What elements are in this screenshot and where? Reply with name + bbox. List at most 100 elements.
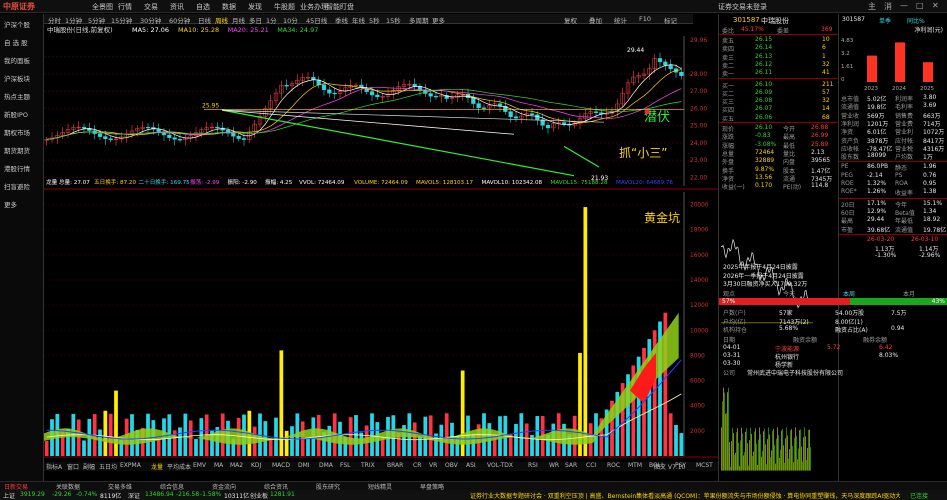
sidebar-item[interactable]: 新股IPO <box>4 109 28 119</box>
rank-header: 日期 融资余额 融券余额 <box>719 335 947 344</box>
indicator-tab[interactable]: ROC <box>607 462 620 469</box>
indicator-tab[interactable]: MCST <box>696 462 713 469</box>
indicator-tab[interactable]: CCI <box>586 462 596 469</box>
window-control-icon[interactable]: — <box>900 1 908 10</box>
sidebar-item[interactable]: 港股行情 <box>4 163 30 173</box>
menu-item[interactable]: 行情 <box>118 2 132 12</box>
rank-row[interactable]: 04-01 宁波能源 5.72 6.42 <box>719 344 947 353</box>
indicator-tab[interactable]: EMV <box>193 462 206 469</box>
f10-sub[interactable]: 单季 <box>879 16 891 25</box>
news-ticker[interactable]: 证券行业大数据专题研讨会 · 双重利空压顶 | 高盛、Bernstein集体看淡… <box>470 491 900 500</box>
order-book-row[interactable]: 卖三 26.13 1 <box>719 53 838 62</box>
indicator-tab[interactable]: 窗口 <box>67 462 79 471</box>
menu-item[interactable]: 资讯 <box>170 2 184 12</box>
sidebar-item[interactable]: 自 选 股 <box>4 37 28 47</box>
indicator-tab[interactable]: 平均成本 <box>167 462 191 471</box>
window-control-icon[interactable]: 消 <box>884 1 892 12</box>
menu-item[interactable]: 自选 <box>196 2 210 12</box>
intraday-volume-bar <box>753 451 754 471</box>
intraday-volume-bar <box>794 438 795 471</box>
sidebar-item[interactable]: 期权市场 <box>4 127 30 137</box>
indicator-tab[interactable]: 五日均 <box>99 462 117 471</box>
indicator-tab[interactable]: FSL <box>340 462 351 469</box>
menu-item[interactable]: 发现 <box>248 2 262 12</box>
order-book-row[interactable]: 卖二 26.12 32 <box>719 61 838 70</box>
rating-tab[interactable]: 本月 <box>903 289 915 298</box>
intraday-volume-bar <box>772 431 773 471</box>
rating-tab[interactable]: 今天 <box>783 289 795 298</box>
indicator-tab[interactable]: KDJ <box>251 462 261 469</box>
broker-logo: 中原证券 <box>3 2 35 11</box>
order-book-row[interactable]: 买五 26.06 68 <box>719 114 838 123</box>
order-book-row[interactable]: 卖五 26.15 10 <box>719 36 838 45</box>
window-control-icon[interactable]: ✕ <box>932 1 939 10</box>
order-book-row[interactable]: 卖一 26.11 41 <box>719 69 838 78</box>
indicator-tab[interactable]: MA <box>214 462 223 469</box>
chart-tool-tab[interactable]: F10 <box>639 15 651 23</box>
indicator-tab[interactable]: MACD <box>272 462 290 469</box>
intraday-volume-bar <box>734 455 735 471</box>
company-note[interactable]: 3月30日融资净买入1799.32万 <box>719 279 947 288</box>
indicator-tab[interactable]: VR <box>429 462 437 469</box>
menu-item[interactable]: 交易 <box>144 2 158 12</box>
f10-label: 市盈 <box>841 226 854 234</box>
indicator-tab[interactable]: 指标A <box>46 462 62 471</box>
f10-chg[interactable]: 同比% <box>907 16 925 25</box>
indicator-tab[interactable]: WR <box>549 462 559 469</box>
indicator-tab[interactable]: DMI <box>298 462 310 469</box>
indicator-tab[interactable]: BRAR <box>387 462 403 469</box>
menu-item[interactable]: 全景图 <box>92 2 113 12</box>
volume-bar <box>514 423 518 456</box>
menu-item[interactable]: 牛股题 <box>274 2 295 12</box>
rank-row[interactable]: 03-30 杨学新 <box>719 360 947 369</box>
sidebar-item[interactable]: 我的面板 <box>4 55 30 65</box>
sidebar-item[interactable]: 热点主题 <box>4 91 30 101</box>
intraday-volume-bar <box>751 434 752 471</box>
order-price: 26.07 <box>755 105 773 113</box>
kline-chart[interactable]: 中瑞股份(日线,前复权) MA5: 27.06 MA10: 25.28 MA20: 2… <box>44 24 718 477</box>
order-book-row[interactable]: 买二 26.09 57 <box>719 89 838 98</box>
order-book-row[interactable]: 卖四 26.14 6 <box>719 44 838 53</box>
account-status[interactable]: 证券交易未登录 <box>718 2 767 12</box>
indicator-tab[interactable]: OBV <box>445 462 458 469</box>
rank-row[interactable]: 03-31 杭州银行 8.03% <box>719 352 947 361</box>
company-note[interactable]: 2026年一季报于4月24日披露 <box>719 271 947 280</box>
indicator-tab[interactable]: TRIX <box>361 462 375 469</box>
stat-value: 32889 <box>755 157 775 165</box>
indicator-tab[interactable]: EXPMA <box>120 462 141 469</box>
menu-item[interactable]: 数据 <box>222 2 236 12</box>
window-control-icon[interactable]: □ <box>916 1 924 10</box>
rating-tab[interactable]: 本周 <box>843 289 855 298</box>
indicator-tab[interactable]: MA2 <box>230 462 243 469</box>
indicator-tab[interactable]: VOL-TDX <box>487 462 513 469</box>
sidebar-item[interactable]: 扫盲避险 <box>4 181 30 191</box>
indicator-tab[interactable]: SAR <box>565 462 577 469</box>
indicator-tab[interactable]: DMA <box>319 462 333 469</box>
rating-tab[interactable]: 观点 <box>723 289 735 298</box>
menu-item[interactable]: 业务办理 <box>300 2 328 12</box>
indicator-tab[interactable]: RSI <box>528 462 538 469</box>
order-book-row[interactable]: 买三 26.08 32 <box>719 97 838 106</box>
stat-value: -3.08% <box>755 140 777 148</box>
candle-body <box>167 134 172 138</box>
profit-bar-label: 2025 <box>920 86 934 92</box>
order-book-row[interactable]: 买四 26.07 14 <box>719 105 838 114</box>
sidebar-item[interactable]: 期货期货 <box>4 145 30 155</box>
indicator-tab[interactable]: 龙量 <box>151 462 163 471</box>
company-note[interactable]: 2025年年报于4月24日披露 <box>719 262 947 271</box>
intraday-volume-bar <box>776 439 777 471</box>
candle-body <box>508 111 513 117</box>
window-control-icon[interactable]: 主 <box>868 1 876 12</box>
sidebar-item[interactable]: 沪深板块 <box>4 73 30 83</box>
indicator-tab[interactable]: ASI <box>466 462 476 469</box>
indicator-tab[interactable]: 副幅 <box>83 462 95 471</box>
f10-label: PS <box>895 171 903 179</box>
menu-item[interactable]: 智能盯盘 <box>326 2 354 12</box>
sidebar-item[interactable]: 沪深个股 <box>4 19 30 29</box>
candle-body <box>81 126 87 129</box>
sidebar-item[interactable]: 更多 <box>4 199 17 209</box>
quote-stat-row: 涨幅 -3.08% 最低 25.89 <box>719 140 838 150</box>
indicator-tab[interactable]: MTM <box>628 462 642 469</box>
indicator-tab[interactable]: CR <box>413 462 421 469</box>
order-book-row[interactable]: 买一 26.10 211 <box>719 81 838 90</box>
